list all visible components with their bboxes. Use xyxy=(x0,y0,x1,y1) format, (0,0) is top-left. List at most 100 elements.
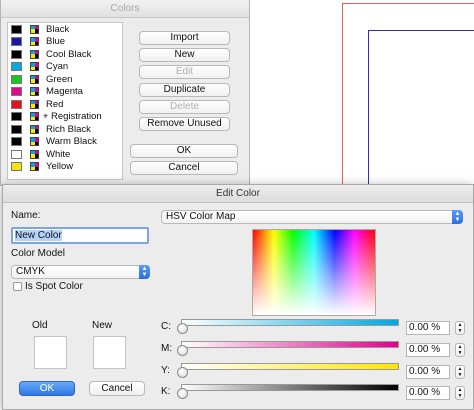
color-list-item[interactable]: White xyxy=(8,148,122,161)
color-map-select[interactable]: HSV Color Map ▲ ▼ xyxy=(161,210,463,224)
new-color-preview xyxy=(93,336,126,369)
slider-label: M: xyxy=(161,343,173,354)
percent-field[interactable]: 0.00 % xyxy=(406,321,450,335)
color-name: Black xyxy=(46,23,70,35)
edit-button[interactable]: Edit xyxy=(139,65,230,80)
cmyk-icon xyxy=(30,74,39,84)
color-swatch xyxy=(11,24,22,34)
slider-label: Y: xyxy=(161,365,170,376)
color-swatch xyxy=(11,37,22,47)
color-list-item[interactable]: Warm Black xyxy=(8,136,122,149)
slider-track[interactable] xyxy=(181,319,399,326)
remove-unused-button[interactable]: Remove Unused xyxy=(139,116,230,131)
slider-track[interactable] xyxy=(181,341,399,348)
color-list-item[interactable]: Red xyxy=(8,98,122,111)
color-list-item[interactable]: ⌖ Registration xyxy=(8,111,122,124)
color-list-item[interactable]: Green xyxy=(8,73,122,86)
name-label: Name: xyxy=(11,210,41,221)
hsv-color-map[interactable] xyxy=(252,229,376,316)
cmyk-icon xyxy=(30,149,39,159)
new-label: New xyxy=(92,320,113,331)
color-swatch xyxy=(11,112,22,122)
import-button[interactable]: Import xyxy=(139,31,230,45)
color-list-item[interactable]: Rich Black xyxy=(8,123,122,136)
cmyk-icon xyxy=(30,87,39,97)
cmyk-icon xyxy=(30,99,39,109)
colors-cancel-button[interactable]: Cancel xyxy=(130,161,238,175)
color-list-item[interactable]: Magenta xyxy=(8,86,122,99)
color-name: Magenta xyxy=(46,86,83,98)
cmyk-icon xyxy=(30,162,39,172)
name-input[interactable]: New Color xyxy=(11,227,149,244)
color-name: Red xyxy=(46,98,64,110)
color-name: Cyan xyxy=(46,61,69,73)
edit-color-dialog: Edit Color Name: New Color Color Model C… xyxy=(2,184,474,410)
name-input-text: New Color xyxy=(15,230,62,241)
spot-color-checkbox[interactable] xyxy=(13,282,22,291)
cmyk-icon xyxy=(30,37,39,47)
color-list-item[interactable]: Cyan xyxy=(8,61,122,74)
color-swatch xyxy=(11,124,22,134)
color-list-item[interactable]: Black xyxy=(8,23,122,36)
select-arrows-icon: ▲ ▼ xyxy=(452,210,463,224)
delete-button[interactable]: Delete xyxy=(139,99,230,114)
color-name: Cool Black xyxy=(46,48,92,60)
cmyk-icon xyxy=(30,112,39,122)
slider-thumb[interactable] xyxy=(177,323,188,334)
color-list-item[interactable]: Yellow xyxy=(8,161,122,174)
color-swatch xyxy=(11,74,22,84)
registration-icon: ⌖ xyxy=(42,111,49,122)
colors-window-title: Colors xyxy=(1,0,249,18)
color-map-value: HSV Color Map xyxy=(166,211,236,222)
select-arrows-icon: ▲ ▼ xyxy=(139,265,150,279)
stepper-icon[interactable]: ▲ ▼ xyxy=(455,321,465,335)
stepper-icon[interactable]: ▲ ▼ xyxy=(455,365,465,379)
color-swatch xyxy=(11,87,22,97)
cmyk-icon xyxy=(30,137,39,147)
color-model-value: CMYK xyxy=(16,266,45,277)
slider-label: C: xyxy=(161,321,171,332)
edit-ok-button[interactable]: OK xyxy=(19,381,75,396)
stepper-icon[interactable]: ▲ ▼ xyxy=(455,386,465,400)
page-margin-guide xyxy=(368,30,474,190)
percent-field[interactable]: 0.00 % xyxy=(406,365,450,379)
color-list-item[interactable]: Cool Black xyxy=(8,48,122,61)
stepper-icon[interactable]: ▲ ▼ xyxy=(455,343,465,357)
duplicate-button[interactable]: Duplicate xyxy=(139,82,230,97)
color-name: Yellow xyxy=(46,161,74,173)
percent-field[interactable]: 0.00 % xyxy=(406,386,450,400)
old-label: Old xyxy=(32,320,48,331)
color-swatch xyxy=(11,49,22,59)
color-swatch xyxy=(11,149,22,159)
colors-window: Colors Black Blue Cool Black Cyan Green Magen… xyxy=(0,0,250,186)
edit-cancel-button[interactable]: Cancel xyxy=(89,381,145,396)
color-model-select[interactable]: CMYK ▲ ▼ xyxy=(11,265,150,279)
edit-color-title: Edit Color xyxy=(3,185,473,203)
cmyk-icon xyxy=(30,24,39,34)
slider-thumb[interactable] xyxy=(177,367,188,378)
color-swatch xyxy=(11,99,22,109)
colors-button-group: Import New Edit Duplicate Delete Remove … xyxy=(139,31,230,134)
cmyk-icon xyxy=(30,124,39,134)
slider-track[interactable] xyxy=(181,384,399,391)
spot-color-label: Is Spot Color xyxy=(25,281,83,292)
color-name: Green xyxy=(46,73,73,85)
color-name: Registration xyxy=(51,111,102,123)
new-button[interactable]: New xyxy=(139,48,230,63)
color-name: Rich Black xyxy=(46,123,91,135)
cmyk-icon xyxy=(30,62,39,72)
color-list[interactable]: Black Blue Cool Black Cyan Green Magenta Red ⌖ R… xyxy=(7,22,123,180)
color-list-item[interactable]: Blue xyxy=(8,36,122,49)
slider-thumb[interactable] xyxy=(177,345,188,356)
slider-track[interactable] xyxy=(181,363,399,370)
color-model-label: Color Model xyxy=(11,248,65,259)
slider-label: K: xyxy=(161,386,171,397)
cmyk-icon xyxy=(30,49,39,59)
color-swatch xyxy=(11,62,22,72)
color-swatch xyxy=(11,162,22,172)
colors-ok-button[interactable]: OK xyxy=(130,144,238,158)
percent-field[interactable]: 0.00 % xyxy=(406,343,450,357)
slider-thumb[interactable] xyxy=(177,388,188,399)
color-swatch xyxy=(11,137,22,147)
old-color-preview xyxy=(34,336,67,369)
